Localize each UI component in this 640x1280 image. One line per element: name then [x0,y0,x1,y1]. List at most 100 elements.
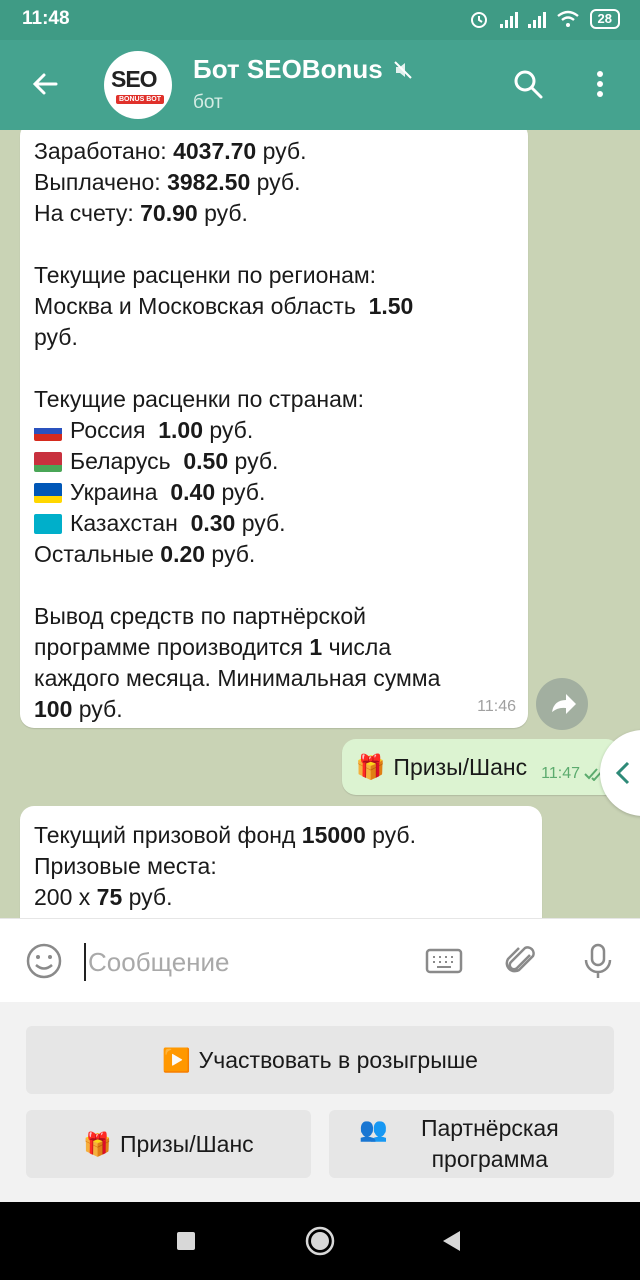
chat-subtitle: бот [193,92,223,113]
alarm-icon [470,12,487,28]
country-rate-line: Россия 1.00 руб. [34,415,514,446]
message-text: 200 x [34,884,97,910]
message-time: 11:46 [477,698,516,715]
battery-indicator: 28 [589,9,620,29]
message-line: Текущие расценки по регионам: [34,260,514,291]
status-bar: 11:48 28 [0,0,640,40]
message-line: каждого месяца. Минимальная сумма [34,663,514,694]
message-line: 100 руб. [34,694,514,725]
outgoing-text: Призы/Шанс [393,753,528,780]
country-rate-line: Казахстан 0.30 руб. [34,508,514,539]
message-line: Заработано: 4037.70 руб. [34,136,514,167]
gift-emoji: 🎁 [355,753,386,781]
share-arrow-icon [552,694,576,714]
country-name: Беларусь [70,448,184,474]
message-value: 70.90 [140,200,198,226]
muted-icon [393,60,412,79]
message-value: 75 [96,884,123,910]
message-text: числа [322,634,392,660]
partner-program-button[interactable]: 👥 Партнёрская программа [329,1110,614,1178]
currency-text: руб. [235,510,286,536]
message-text: Заработано: [34,138,174,164]
country-rate-line: Беларусь 0.50 руб. [34,446,514,477]
prizes-label: Призы/Шанс [119,1130,254,1157]
status-time: 11:48 [22,8,70,29]
chat-title-text: Бот SEOBonus [193,54,383,84]
attach-icon[interactable] [502,941,542,981]
country-rate: 1.00 [158,417,203,443]
avatar[interactable]: SEO BONUS BOT [104,51,172,119]
message-value: 3982.50 [167,169,251,195]
message-input-bar [0,918,640,1002]
gift-emoji: 🎁 [83,1130,112,1157]
bot-keyboard: ▶️ Участвовать в розыгрыше 🎁 Призы/Шанс … [0,1002,640,1202]
message-line: Остальные 0.20 руб. [34,539,514,570]
keyboard-icon[interactable] [424,941,464,981]
search-icon[interactable] [508,64,548,104]
message-text: руб. [72,696,123,722]
country-flag-icon [34,514,62,534]
message-value: 15000 [301,822,366,848]
country-rate: 0.50 [183,448,229,474]
message-bubble-incoming[interactable]: Заработано: 4037.70 руб. Выплачено: 3982.… [20,130,528,728]
currency-text: руб. [228,448,279,474]
message-line: программе производится 1 числа [34,632,514,663]
signal-icon [499,10,518,28]
partner-program-label: Партнёрская программа [420,1115,559,1172]
message-text: На счету: [34,200,141,226]
participate-button[interactable]: ▶️ Участвовать в розыгрыше [26,1026,614,1094]
message-line [34,229,514,260]
message-text: программе производится [34,634,310,660]
message-text: Текущие расценки по странам: [34,386,365,412]
message-text: руб. [34,324,78,350]
country-flag-icon [34,483,62,503]
recents-icon[interactable] [175,1230,197,1252]
chat-area[interactable]: Заработано: 4037.70 руб. Выплачено: 3982.… [0,130,640,918]
message-text: Текущие расценки по регионам: [34,262,377,288]
message-line: руб. [34,322,514,353]
message-value: 1 [309,634,323,660]
message-text: Остальные [34,541,161,567]
currency-text: руб. [202,417,254,443]
status-icons: 28 [468,8,620,30]
message-input[interactable] [84,943,404,981]
avatar-logo: SEO [111,66,158,92]
message-text: Выплачено: [34,169,168,195]
back-arrow-icon[interactable] [26,64,66,104]
message-text: каждого месяца. Минимальная сумма [34,665,441,691]
message-line: Выплачено: 3982.50 руб. [34,167,514,198]
people-emoji: 👥 [359,1116,388,1142]
country-rate: 0.30 [190,510,236,536]
emoji-icon[interactable] [24,941,64,981]
message-text: руб. [197,200,248,226]
message-text: руб. [256,138,307,164]
message-line: Призовые места: [34,851,528,882]
forward-button[interactable] [536,678,588,730]
prizes-button[interactable]: 🎁 Призы/Шанс [26,1110,311,1178]
message-text: Призовые места: [34,853,217,879]
country-rate: 0.40 [170,479,216,505]
country-name: Казахстан [70,510,191,536]
message-text: руб. [205,541,256,567]
message-time: 11:47 [541,765,580,782]
message-text: руб. [250,169,301,195]
message-bubble-outgoing[interactable]: 🎁 Призы/Шанс 11:47 [341,739,620,795]
country-flag-icon [34,452,62,472]
signal-icon [527,10,546,28]
chat-title[interactable]: Бот SEOBonus [193,54,413,85]
message-text: руб. [365,822,416,848]
back-nav-icon[interactable] [440,1229,462,1253]
home-icon[interactable] [304,1225,336,1257]
message-bubble-incoming[interactable]: Текущий призовой фонд 15000 руб. Призовые… [20,806,542,918]
microphone-icon[interactable] [578,941,618,981]
system-nav-bar [0,1202,640,1280]
message-text: Москва и Московская область [34,293,369,319]
message-text: Текущий призовой фонд [34,822,302,848]
side-panel-tab[interactable] [600,730,640,816]
country-rate-line: Украина 0.40 руб. [34,477,514,508]
more-menu-icon[interactable] [580,64,620,104]
country-name: Россия [70,417,159,443]
currency-text: руб. [215,479,266,505]
country-name: Украина [70,479,171,505]
wifi-icon [556,10,579,27]
